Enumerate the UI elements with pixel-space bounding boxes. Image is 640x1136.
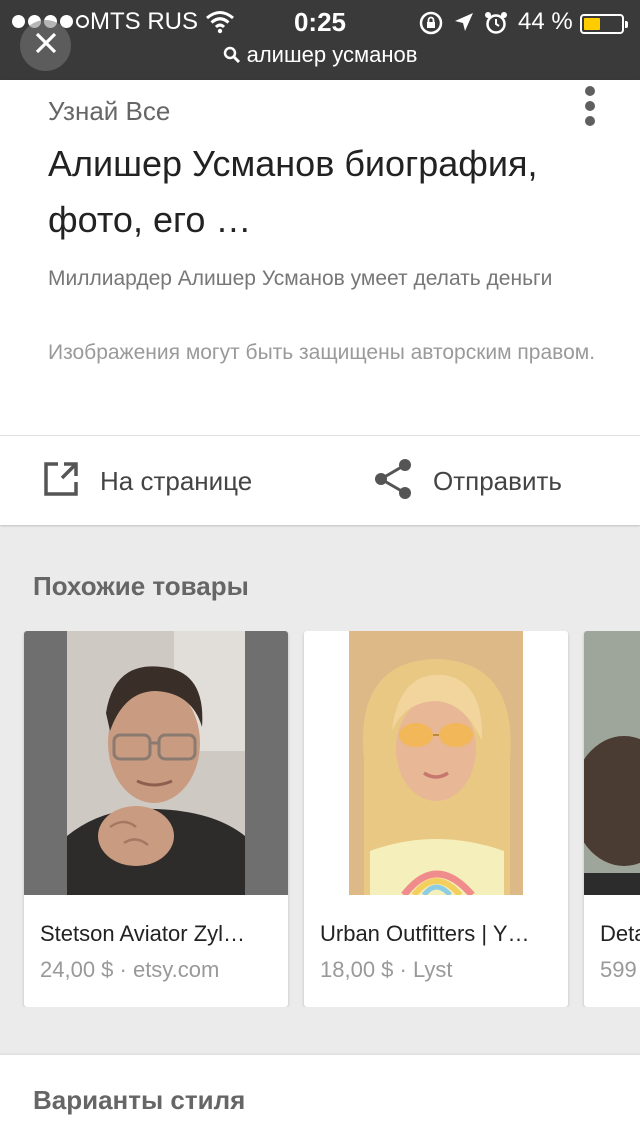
battery-fill (584, 18, 600, 30)
product-price-source: 24,00 $ · etsy.com (40, 957, 220, 982)
similar-products-carousel[interactable]: Stetson Aviator Zyl… 24,00 $ · etsy.com … (0, 631, 640, 1007)
result-description: Миллиардер Алишер Усманов умеет делать д… (48, 267, 553, 290)
share-icon (373, 458, 413, 505)
search-icon (223, 44, 241, 70)
visit-page-label: На странице (100, 465, 253, 496)
share-button[interactable]: Отправить (373, 456, 562, 506)
product-name: Stetson Aviator Zyl… (40, 921, 246, 946)
battery-icon (580, 14, 628, 34)
close-button[interactable] (20, 20, 71, 71)
product-name: Urban Outfitters | Y… (320, 921, 530, 946)
visit-page-button[interactable]: На странице (42, 456, 252, 506)
product-image[interactable] (584, 631, 640, 895)
location-arrow-icon (452, 10, 476, 39)
more-options-icon[interactable] (582, 86, 598, 130)
product-image[interactable] (24, 631, 288, 895)
product-card[interactable]: Urban Outfitters | Y… 18,00 $ · Lyst (304, 631, 568, 1007)
image-result-card: Узнай Все Алишер Усманов биография, фото… (0, 80, 640, 525)
rotation-lock-icon (418, 10, 444, 41)
product-image[interactable] (304, 631, 568, 895)
status-row: MTS RUS 0:25 44 % (0, 6, 640, 38)
similar-products-heading: Похожие товары (33, 571, 249, 601)
share-label: Отправить (433, 465, 562, 496)
product-price-source: 599 (600, 957, 637, 982)
product-card[interactable]: Stetson Aviator Zyl… 24,00 $ · etsy.com (24, 631, 288, 1007)
close-icon (34, 31, 58, 60)
product-name: Deta (600, 921, 640, 946)
product-card[interactable]: Deta 599 (584, 631, 640, 1007)
style-options-card: Варианты стиля (0, 1055, 640, 1136)
alarm-icon (483, 10, 509, 41)
product-price-source: 18,00 $ · Lyst (320, 957, 453, 982)
battery-percent: 44 % (518, 8, 573, 35)
style-options-heading: Варианты стиля (33, 1085, 246, 1115)
copyright-notice: Изображения могут быть защищены авторски… (48, 341, 596, 364)
search-query-text: алишер усманов (246, 42, 418, 67)
status-bar: MTS RUS 0:25 44 % алишер усманов (0, 0, 640, 80)
open-in-new-icon (42, 460, 80, 503)
search-query-bar[interactable]: алишер усманов (0, 42, 640, 70)
source-site[interactable]: Узнай Все (48, 96, 170, 127)
result-title[interactable]: Алишер Усманов биография, фото, его … (48, 136, 588, 248)
divider (0, 435, 640, 436)
